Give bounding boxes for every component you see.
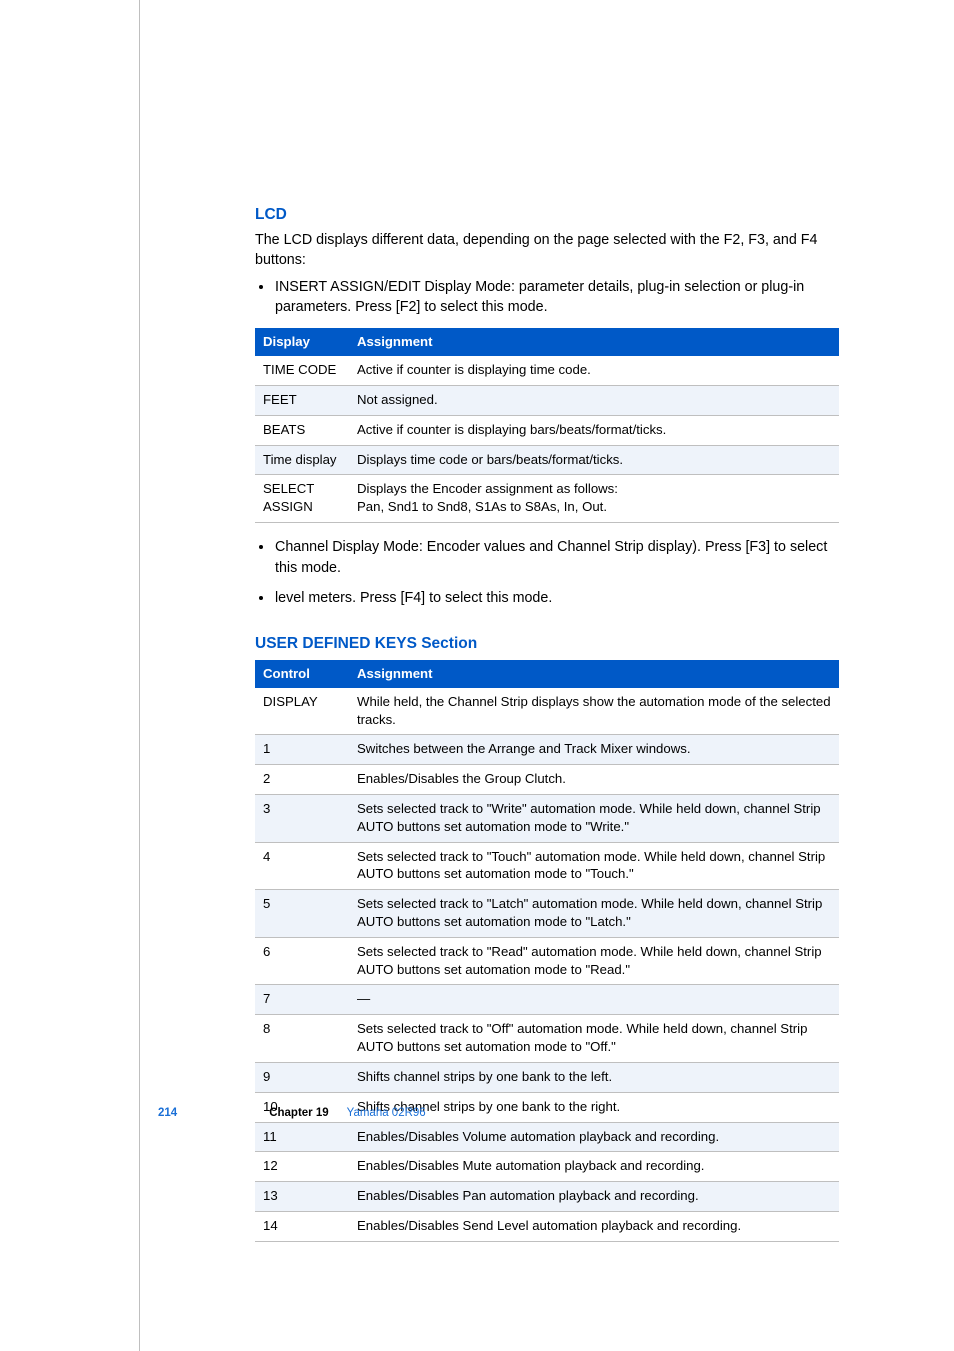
table-row: SELECT ASSIGN Displays the Encoder assig… <box>255 475 839 523</box>
cell-assignment: While held, the Channel Strip displays s… <box>349 688 839 735</box>
cell-control: 4 <box>255 842 349 890</box>
cell-control: 2 <box>255 765 349 795</box>
table-row: 7 — <box>255 985 839 1015</box>
cell-control: 9 <box>255 1062 349 1092</box>
page-footer: 214 Chapter 19 Yamaha 02R96 <box>158 1105 426 1122</box>
cell-control: 7 <box>255 985 349 1015</box>
lcd-intro: The LCD displays different data, dependi… <box>255 230 839 270</box>
cell-assignment: — <box>349 985 839 1015</box>
lcd-bullet-after-2-text: level meters. Press [F4] to select this … <box>275 588 552 609</box>
table-row: 13 Enables/Disables Pan automation playb… <box>255 1182 839 1212</box>
cell-control: 5 <box>255 890 349 938</box>
table-row: 5 Sets selected track to "Latch" automat… <box>255 890 839 938</box>
table-row: TIME CODE Active if counter is displayin… <box>255 356 839 385</box>
udk-th-assignment: Assignment <box>349 660 839 688</box>
lcd-th-assignment: Assignment <box>349 328 839 356</box>
cell-control: 11 <box>255 1122 349 1152</box>
cell-display: BEATS <box>255 415 349 445</box>
cell-control: 6 <box>255 937 349 985</box>
cell-assignment: Active if counter is displaying bars/bea… <box>349 415 839 445</box>
cell-display: Time display <box>255 445 349 475</box>
page-content: LCD The LCD displays different data, dep… <box>255 204 839 1256</box>
table-row: DISPLAY While held, the Channel Strip di… <box>255 688 839 735</box>
table-row: 8 Sets selected track to "Off" automatio… <box>255 1015 839 1063</box>
cell-display: TIME CODE <box>255 356 349 385</box>
table-row: 6 Sets selected track to "Read" automati… <box>255 937 839 985</box>
cell-control: 1 <box>255 735 349 765</box>
cell-assignment: Enables/Disables Mute automation playbac… <box>349 1152 839 1182</box>
udk-table: Control Assignment DISPLAY While held, t… <box>255 660 839 1242</box>
cell-assignment: Switches between the Arrange and Track M… <box>349 735 839 765</box>
cell-assignment: Enables/Disables Pan automation playback… <box>349 1182 839 1212</box>
lcd-table: Display Assignment TIME CODE Active if c… <box>255 328 839 523</box>
cell-assignment: Sets selected track to "Write" automatio… <box>349 794 839 842</box>
table-row: 14 Enables/Disables Send Level automatio… <box>255 1211 839 1241</box>
page-side-rule <box>139 0 140 1351</box>
cell-display: SELECT ASSIGN <box>255 475 349 523</box>
cell-control: 13 <box>255 1182 349 1212</box>
bullet-icon <box>259 285 263 289</box>
lcd-bullet-top: INSERT ASSIGN/EDIT Display Mode: paramet… <box>255 277 839 318</box>
cell-assignment: Displays the Encoder assignment as follo… <box>349 475 839 523</box>
chapter-title: Yamaha 02R96 <box>347 1105 426 1122</box>
table-row: FEET Not assigned. <box>255 385 839 415</box>
lcd-heading: LCD <box>255 204 839 226</box>
table-row: 1 Switches between the Arrange and Track… <box>255 735 839 765</box>
lcd-bullet-after-1: Channel Display Mode: Encoder values and… <box>255 537 839 578</box>
table-row: 2 Enables/Disables the Group Clutch. <box>255 765 839 795</box>
cell-assignment: Enables/Disables Send Level automation p… <box>349 1211 839 1241</box>
cell-assignment: Shifts channel strips by one bank to the… <box>349 1062 839 1092</box>
table-row: BEATS Active if counter is displaying ba… <box>255 415 839 445</box>
page-number: 214 <box>158 1105 177 1122</box>
lcd-bullet-after-1-text: Channel Display Mode: Encoder values and… <box>275 537 839 578</box>
table-row: Time display Displays time code or bars/… <box>255 445 839 475</box>
cell-assignment: Enables/Disables Volume automation playb… <box>349 1122 839 1152</box>
cell-assignment: Sets selected track to "Read" automation… <box>349 937 839 985</box>
bullet-icon <box>259 596 263 600</box>
table-row: 9 Shifts channel strips by one bank to t… <box>255 1062 839 1092</box>
bullet-icon <box>259 545 263 549</box>
cell-display: FEET <box>255 385 349 415</box>
table-row: 12 Enables/Disables Mute automation play… <box>255 1152 839 1182</box>
cell-control: DISPLAY <box>255 688 349 735</box>
lcd-th-display: Display <box>255 328 349 356</box>
cell-assignment: Active if counter is displaying time cod… <box>349 356 839 385</box>
cell-control: 8 <box>255 1015 349 1063</box>
cell-assignment: Sets selected track to "Touch" automatio… <box>349 842 839 890</box>
udk-th-control: Control <box>255 660 349 688</box>
cell-assignment: Enables/Disables the Group Clutch. <box>349 765 839 795</box>
lcd-bullet-top-text: INSERT ASSIGN/EDIT Display Mode: paramet… <box>275 277 839 318</box>
chapter-label: Chapter 19 <box>269 1105 328 1122</box>
table-row: 11 Enables/Disables Volume automation pl… <box>255 1122 839 1152</box>
lcd-bullet-after-2: level meters. Press [F4] to select this … <box>255 588 839 609</box>
table-row: 3 Sets selected track to "Write" automat… <box>255 794 839 842</box>
table-row: 4 Sets selected track to "Touch" automat… <box>255 842 839 890</box>
cell-assignment: Not assigned. <box>349 385 839 415</box>
cell-assignment: Displays time code or bars/beats/format/… <box>349 445 839 475</box>
udk-heading: USER DEFINED KEYS Section <box>255 633 839 655</box>
cell-control: 14 <box>255 1211 349 1241</box>
cell-control: 3 <box>255 794 349 842</box>
cell-control: 12 <box>255 1152 349 1182</box>
cell-assignment: Sets selected track to "Off" automation … <box>349 1015 839 1063</box>
cell-assignment: Sets selected track to "Latch" automatio… <box>349 890 839 938</box>
